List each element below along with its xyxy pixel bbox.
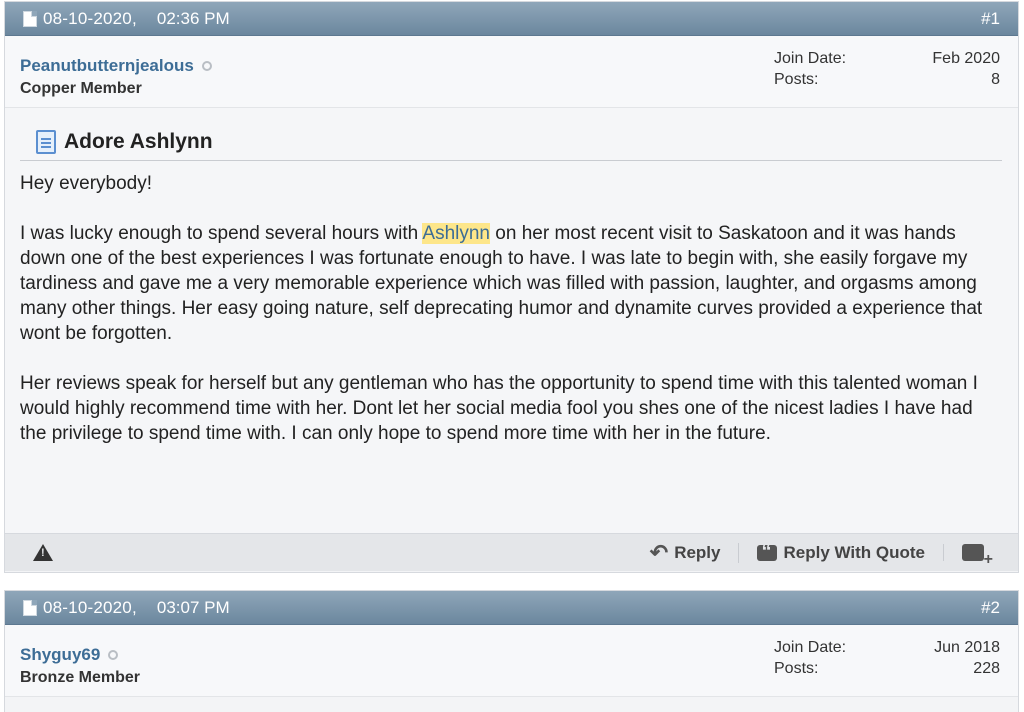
post-footer: ↶ Reply Reply With Quote	[5, 533, 1018, 571]
username[interactable]: Shyguy69	[20, 645, 119, 665]
join-date-label: Join Date:	[774, 50, 847, 67]
multiquote-button[interactable]	[943, 544, 1002, 569]
posts-count: 8	[991, 71, 1000, 88]
user-stats: Join Date: Jun 2018 Posts: 228	[774, 637, 1000, 679]
greeting: Hey everybody!	[20, 173, 153, 194]
user-info: Shyguy69 Bronze Member Join Date: Jun 20…	[5, 625, 1018, 697]
paragraph-2: Her reviews speak for herself but any ge…	[20, 373, 978, 444]
report-icon[interactable]	[33, 544, 53, 561]
reply-with-quote-label: Reply With Quote	[783, 542, 925, 562]
user-stats: Join Date: Feb 2020 Posts: 8	[774, 48, 1000, 90]
post-content: Hey everybody! I was lucky enough to spe…	[20, 171, 1002, 446]
post-header: 08-10-2020, 02:36 PM #1	[5, 2, 1018, 36]
post-number-link[interactable]: #1	[981, 9, 1000, 29]
document-icon	[36, 130, 56, 154]
reply-label: Reply	[674, 542, 721, 562]
posts-label: Posts:	[774, 71, 819, 88]
document-icon	[23, 10, 37, 27]
reply-button[interactable]: ↶ Reply	[632, 539, 739, 565]
post-time: 03:07 PM	[156, 597, 230, 617]
post-body: Adore Ashlynn Hey everybody! I was lucky…	[5, 108, 1018, 533]
user-title: Bronze Member	[20, 669, 141, 686]
document-icon	[23, 599, 37, 616]
reply-icon: ↶	[649, 539, 669, 565]
posts-label: Posts:	[774, 660, 819, 677]
multiquote-icon	[962, 544, 993, 569]
post-2: 08-10-2020, 03:07 PM #2 Shyguy69 Bronze …	[4, 590, 1019, 712]
username-link[interactable]: Peanutbutternjealous	[20, 56, 194, 76]
post-date: 08-10-2020,	[43, 597, 137, 617]
paragraph-1: I was lucky enough to spend several hour…	[20, 223, 983, 344]
post-time: 02:36 PM	[156, 8, 230, 28]
highlighted-term[interactable]: Ashlynn	[422, 223, 491, 244]
user-title: Copper Member	[20, 80, 142, 97]
posts-count: 228	[973, 660, 1000, 677]
username[interactable]: Peanutbutternjealous	[20, 56, 212, 76]
reply-with-quote-button[interactable]: Reply With Quote	[738, 541, 943, 564]
join-date-value: Jun 2018	[934, 639, 1000, 656]
join-date-value: Feb 2020	[932, 50, 1000, 67]
user-info: Peanutbutternjealous Copper Member Join …	[5, 36, 1018, 108]
post-1: 08-10-2020, 02:36 PM #1 Peanutbutternjea…	[4, 1, 1019, 573]
quote-icon	[757, 541, 778, 564]
post-header: 08-10-2020, 03:07 PM #2	[5, 591, 1018, 625]
post-title: Adore Ashlynn	[36, 130, 1002, 160]
post-title-text: Adore Ashlynn	[64, 130, 213, 153]
join-date-label: Join Date:	[774, 639, 847, 656]
post-date: 08-10-2020,	[43, 8, 137, 28]
post-number-link[interactable]: #2	[981, 598, 1000, 618]
offline-status-icon	[108, 650, 119, 660]
offline-status-icon	[201, 61, 212, 71]
username-link[interactable]: Shyguy69	[20, 645, 100, 665]
